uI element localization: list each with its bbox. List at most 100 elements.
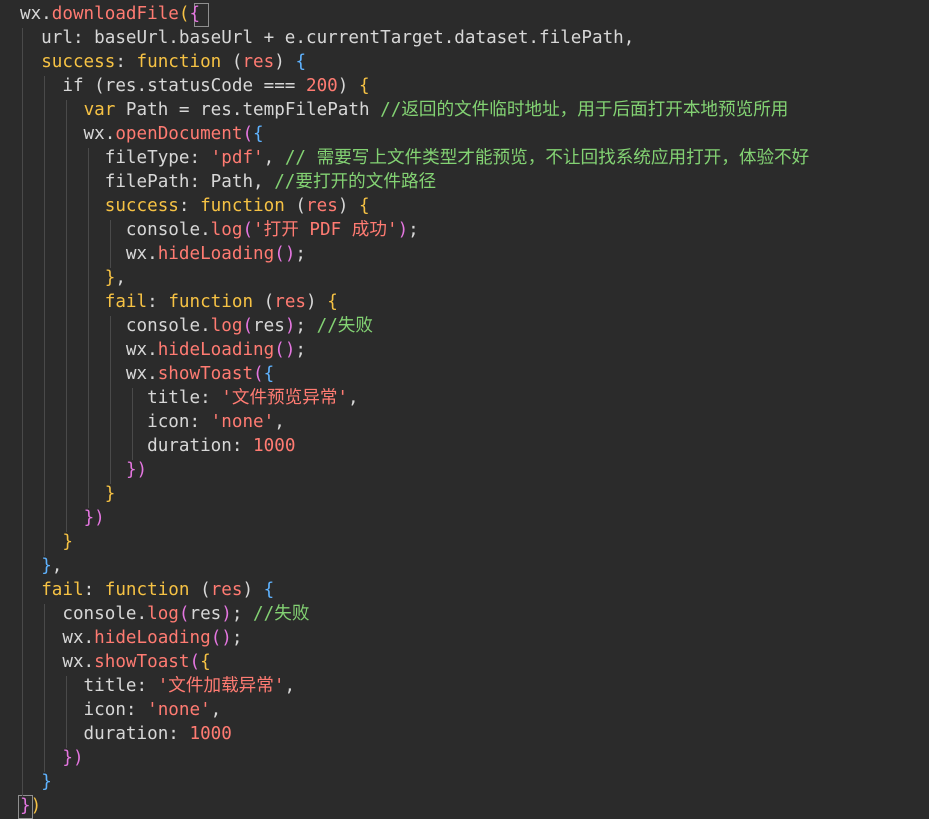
code-line[interactable]: } [20, 530, 73, 554]
code-line[interactable]: fail: function (res) { [20, 578, 274, 602]
code-token: title: [20, 388, 222, 408]
code-token: var [83, 100, 116, 120]
code-line[interactable]: wx.hideLoading(); [20, 626, 242, 650]
code-line[interactable]: console.log(res); //失败 [20, 314, 373, 338]
code-token: icon: [20, 412, 211, 432]
code-token: ; [231, 604, 254, 624]
code-token: 1000 [253, 436, 296, 456]
code-token: , [263, 148, 285, 168]
code-token: () [274, 244, 296, 264]
code-token: wx. [20, 4, 52, 24]
code-token: res [306, 196, 338, 216]
code-line[interactable]: icon: 'none', [20, 410, 285, 434]
code-token: }) [83, 508, 105, 528]
code-token: fileType: [20, 148, 211, 168]
code-token: 200 [306, 76, 338, 96]
code-token: wx. [20, 124, 116, 144]
code-line[interactable]: success: function (res) { [20, 50, 306, 74]
code-token: { [253, 124, 264, 144]
code-token: ; [295, 316, 317, 336]
code-token: , [284, 676, 296, 696]
code-token: res [210, 580, 243, 600]
code-token: wx. [20, 652, 95, 672]
code-line[interactable]: url: baseUrl.baseUrl + e.currentTarget.d… [20, 26, 634, 50]
code-token: downloadFile [51, 4, 179, 24]
code-token: : [147, 292, 169, 312]
code-token: ( [242, 316, 254, 336]
code-line[interactable]: console.log(res); //失败 [20, 602, 309, 626]
code-token: function [168, 292, 254, 312]
code-token: ( [221, 52, 243, 72]
code-token: ( [242, 220, 254, 240]
code-token: '文件加载异常' [157, 676, 285, 696]
code-line[interactable]: } [20, 770, 52, 794]
code-token: fail [41, 580, 84, 600]
code-token: function [200, 196, 285, 216]
code-token: console. [20, 316, 211, 336]
code-line[interactable]: var Path = res.tempFilePath //返回的文件临时地址，… [20, 98, 789, 122]
code-token: log [147, 604, 179, 624]
code-line[interactable]: }) [20, 458, 147, 482]
code-token: res [274, 292, 307, 312]
code-line[interactable]: wx.showToast({ [20, 650, 210, 674]
code-token: fail [104, 292, 148, 312]
code-token: ) [221, 604, 232, 624]
code-line[interactable]: wx.hideLoading(); [20, 338, 306, 362]
code-line[interactable]: console.log('打开 PDF 成功'); [20, 218, 419, 242]
code-line[interactable]: } [20, 482, 116, 506]
code-line[interactable]: }, [20, 266, 126, 290]
code-token: { [189, 4, 201, 24]
code-token: res [242, 52, 275, 72]
code-line[interactable]: success: function (res) { [20, 194, 370, 218]
code-token: //返回的文件临时地址，用于后面打开本地预览所用 [380, 100, 789, 120]
code-line[interactable]: }) [20, 506, 105, 530]
code-token: '打开 PDF 成功' [253, 220, 398, 240]
code-token: ( [178, 4, 190, 24]
code-token: 1000 [189, 724, 232, 744]
code-line[interactable]: }, [20, 554, 62, 578]
code-token: res [253, 316, 285, 336]
code-token: ) [337, 196, 359, 216]
code-line[interactable]: }) [20, 746, 83, 770]
code-line[interactable]: wx.hideLoading(); [20, 242, 306, 266]
code-token: filePath: Path, [20, 172, 275, 192]
code-token: success [104, 196, 179, 216]
code-token: hideLoading [157, 340, 275, 360]
code-line[interactable]: fileType: 'pdf', // 需要写上文件类型才能预览，不让回找系统应… [20, 146, 810, 170]
code-token: icon: [20, 700, 148, 720]
code-token: { [359, 196, 370, 216]
code-line[interactable]: }) [20, 794, 41, 818]
code-line[interactable]: wx.showToast({ [20, 362, 274, 386]
code-token: wx. [20, 244, 158, 264]
code-line[interactable]: duration: 1000 [20, 722, 232, 746]
code-line[interactable]: if (res.statusCode === 200) { [20, 74, 369, 98]
code-token: wx. [20, 340, 158, 360]
code-token: log [210, 316, 243, 336]
code-line[interactable]: wx.openDocument({ [20, 122, 264, 146]
code-token: ( [189, 580, 211, 600]
code-line[interactable]: title: '文件预览异常', [20, 386, 359, 410]
code-line[interactable]: filePath: Path, //要打开的文件路径 [20, 170, 436, 194]
code-token: ) [397, 220, 409, 240]
code-token: ; [295, 340, 307, 360]
code-line[interactable]: duration: 1000 [20, 434, 295, 458]
code-line[interactable]: title: '文件加载异常', [20, 674, 296, 698]
code-token: wx. [20, 364, 158, 384]
code-token: url: baseUrl.baseUrl + e.currentTarget.d… [20, 28, 635, 48]
code-token: if (res.statusCode === [20, 76, 306, 96]
code-token: ; [231, 628, 243, 648]
code-token: ) [306, 292, 328, 312]
code-token: log [210, 220, 243, 240]
code-token: //失败 [253, 604, 310, 624]
code-line[interactable]: wx.downloadFile({ [20, 2, 200, 26]
code-line[interactable]: icon: 'none', [20, 698, 222, 722]
code-editor[interactable]: wx.downloadFile({ url: baseUrl.baseUrl +… [0, 0, 929, 819]
code-line[interactable]: fail: function (res) { [20, 290, 338, 314]
